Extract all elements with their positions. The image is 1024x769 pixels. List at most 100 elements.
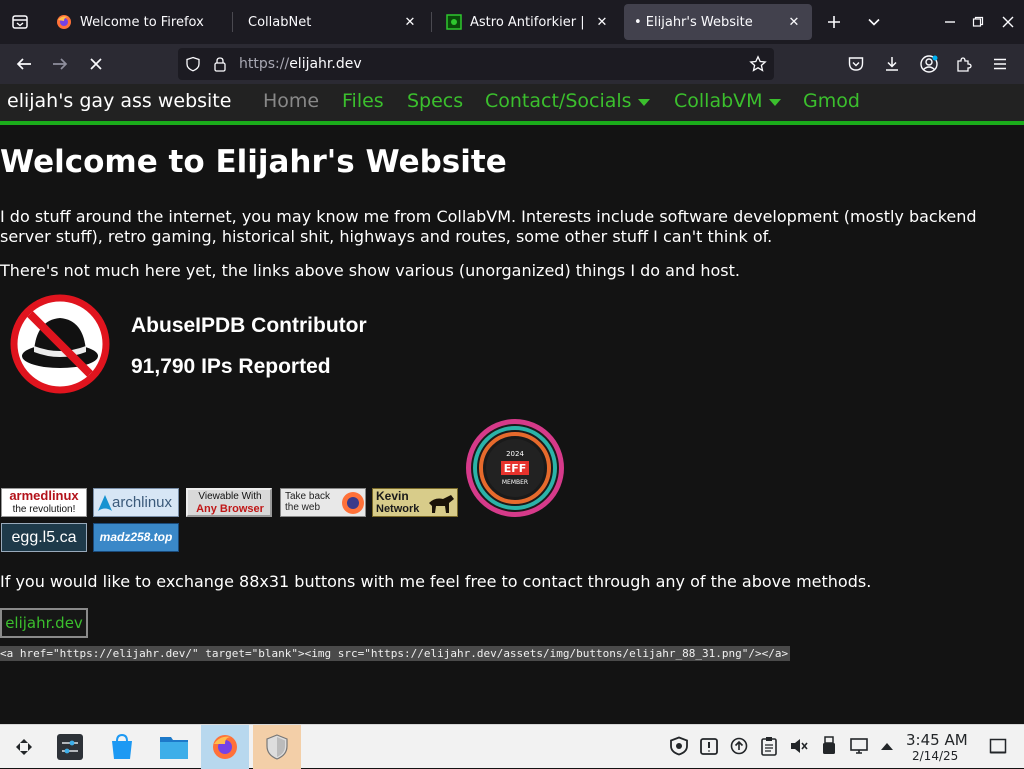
kevin-line1: Kevin — [376, 489, 409, 503]
network-wired-icon[interactable] — [848, 735, 870, 757]
nav-contact-socials[interactable]: Contact/Socials — [485, 90, 650, 112]
nav-label: Contact/Socials — [485, 90, 632, 112]
button-88x31-kevin-network[interactable]: Kevin Network — [372, 488, 458, 517]
web-page: elijah's gay ass website Home Files Spec… — [0, 84, 1024, 724]
downloads-icon[interactable] — [878, 50, 906, 78]
security-shield-icon[interactable] — [668, 735, 690, 757]
tab-title: Astro Antiforkier | Th — [470, 14, 588, 30]
tab-separator — [232, 12, 233, 32]
account-icon[interactable] — [915, 50, 943, 78]
take-back-line1: Take back — [285, 491, 331, 502]
egg-label: egg.l5.ca — [11, 529, 77, 546]
close-icon[interactable]: ✕ — [402, 14, 418, 30]
volume-muted-icon[interactable] — [788, 735, 810, 757]
close-icon[interactable]: ✕ — [594, 14, 610, 30]
tab-list-icon[interactable] — [6, 8, 34, 36]
clock-date[interactable]: 2/14/25 — [912, 749, 958, 763]
tab-title: • Elijahr's Website — [634, 14, 753, 30]
hamburger-menu-icon[interactable] — [986, 50, 1014, 78]
intro-paragraph: I do stuff around the internet, you may … — [0, 207, 977, 246]
caret-down-icon — [637, 99, 650, 106]
abuseipdb-logo[interactable] — [10, 294, 110, 394]
button-88x31-madz258[interactable]: madz258.top — [93, 523, 179, 552]
nav-home[interactable]: Home — [263, 90, 319, 112]
tab-welcome-firefox[interactable]: Welcome to Firefox — [46, 4, 229, 40]
tab-astro[interactable]: Astro Antiforkier | Th ✕ — [436, 4, 620, 40]
nav-files[interactable]: Files — [342, 90, 384, 112]
take-back-line2: the web — [285, 502, 321, 513]
firefox-taskbar-icon[interactable] — [201, 725, 249, 769]
button-embed-code[interactable]: <a href="https://elijahr.dev/" target="b… — [0, 646, 791, 661]
bookmark-star-icon[interactable] — [748, 54, 768, 74]
button-88x31-any-browser[interactable]: Viewable With Any Browser — [186, 488, 272, 517]
note-paragraph: There's not much here yet, the links abo… — [0, 261, 740, 280]
tray-expand-arrow-icon[interactable] — [876, 735, 898, 757]
extensions-icon[interactable] — [950, 50, 978, 78]
abuseipdb-count[interactable]: 91,790 IPs Reported — [131, 355, 331, 379]
madz-label: madz258.top — [99, 530, 173, 544]
horse-icon — [429, 495, 454, 513]
button-88x31-archlinux[interactable]: archlinux — [93, 488, 179, 517]
restore-icon[interactable] — [964, 8, 992, 36]
back-arrow-icon[interactable] — [10, 50, 38, 78]
url-host: elijahr.dev — [289, 56, 362, 72]
firefox-logo-icon — [342, 492, 364, 514]
any-browser-line1: Viewable With — [198, 491, 262, 502]
update-icon[interactable] — [728, 735, 750, 757]
clipboard-icon[interactable] — [758, 735, 780, 757]
site-brand[interactable]: elijah's gay ass website — [7, 90, 231, 112]
pocket-icon[interactable] — [842, 50, 870, 78]
any-browser-line2: Any Browser — [196, 503, 264, 515]
abuseipdb-title[interactable]: AbuseIPDB Contributor — [131, 314, 367, 338]
show-desktop-icon[interactable] — [987, 735, 1009, 757]
arch-logo-icon — [98, 495, 112, 511]
button-88x31-armedlinux[interactable]: armedlinux the revolution! — [1, 488, 87, 517]
tab-separator — [431, 12, 432, 32]
archlinux-label: archlinux — [112, 494, 173, 511]
stop-loading-icon[interactable] — [82, 50, 110, 78]
caret-down-icon — [768, 99, 781, 106]
system-settings-icon[interactable] — [46, 725, 94, 769]
vpn-shield-taskbar-icon[interactable] — [253, 725, 301, 769]
nav-specs[interactable]: Specs — [407, 90, 463, 112]
armedlinux-line2: the revolution! — [2, 503, 86, 516]
clock-time[interactable]: 3:45 AM — [906, 731, 968, 749]
button-88x31-egg-l5-ca[interactable]: egg.l5.ca — [1, 523, 87, 552]
button-88x31-elijahr[interactable]: elijahr.dev — [0, 608, 88, 638]
navigation-toolbar: https://elijahr.dev — [0, 44, 1024, 84]
tracking-protection-shield-icon[interactable] — [183, 54, 203, 74]
notification-alert-icon[interactable] — [698, 735, 720, 757]
close-window-icon[interactable] — [994, 8, 1022, 36]
page-heading: Welcome to Elijahr's Website — [0, 144, 507, 180]
chevron-down-icon[interactable] — [860, 8, 888, 36]
app-launcher-icon[interactable] — [0, 725, 48, 769]
tab-elijahr-website[interactable]: • Elijahr's Website ✕ — [624, 4, 812, 40]
tab-title: Welcome to Firefox — [80, 14, 204, 30]
file-manager-icon[interactable] — [150, 725, 198, 769]
tab-strip: Welcome to Firefox CollabNet ✕ Astro Ant… — [0, 0, 1024, 44]
eff-member-badge[interactable]: 2024 EFF MEMBER — [464, 417, 566, 519]
taskbar: 3:45 AM 2/14/25 — [0, 724, 1024, 769]
tab-collabnet[interactable]: CollabNet ✕ — [238, 4, 428, 40]
eff-member-label: MEMBER — [502, 479, 528, 486]
nav-gmod[interactable]: Gmod — [803, 90, 860, 112]
new-tab-icon[interactable] — [820, 8, 848, 36]
nav-collabvm[interactable]: CollabVM — [674, 90, 781, 112]
usb-device-icon[interactable] — [818, 735, 840, 757]
kevin-line2: Network — [376, 503, 420, 515]
close-icon[interactable]: ✕ — [786, 14, 802, 30]
url-bar[interactable]: https://elijahr.dev — [178, 48, 774, 80]
tab-title: CollabNet — [248, 14, 312, 30]
discover-store-icon[interactable] — [98, 725, 146, 769]
forward-arrow-icon[interactable] — [46, 50, 74, 78]
minimize-icon[interactable] — [936, 8, 964, 36]
armedlinux-line1: armedlinux — [9, 488, 79, 503]
url-text[interactable]: https://elijahr.dev — [239, 56, 362, 72]
lock-icon[interactable] — [210, 54, 230, 74]
eff-year: 2024 — [506, 450, 524, 458]
exchange-text: If you would like to exchange 88x31 butt… — [0, 572, 872, 591]
site-navbar: elijah's gay ass website Home Files Spec… — [0, 84, 1024, 125]
url-scheme: https:// — [239, 56, 290, 72]
astro-icon — [446, 14, 462, 30]
button-88x31-take-back-the-web[interactable]: Take back the web — [280, 488, 366, 517]
